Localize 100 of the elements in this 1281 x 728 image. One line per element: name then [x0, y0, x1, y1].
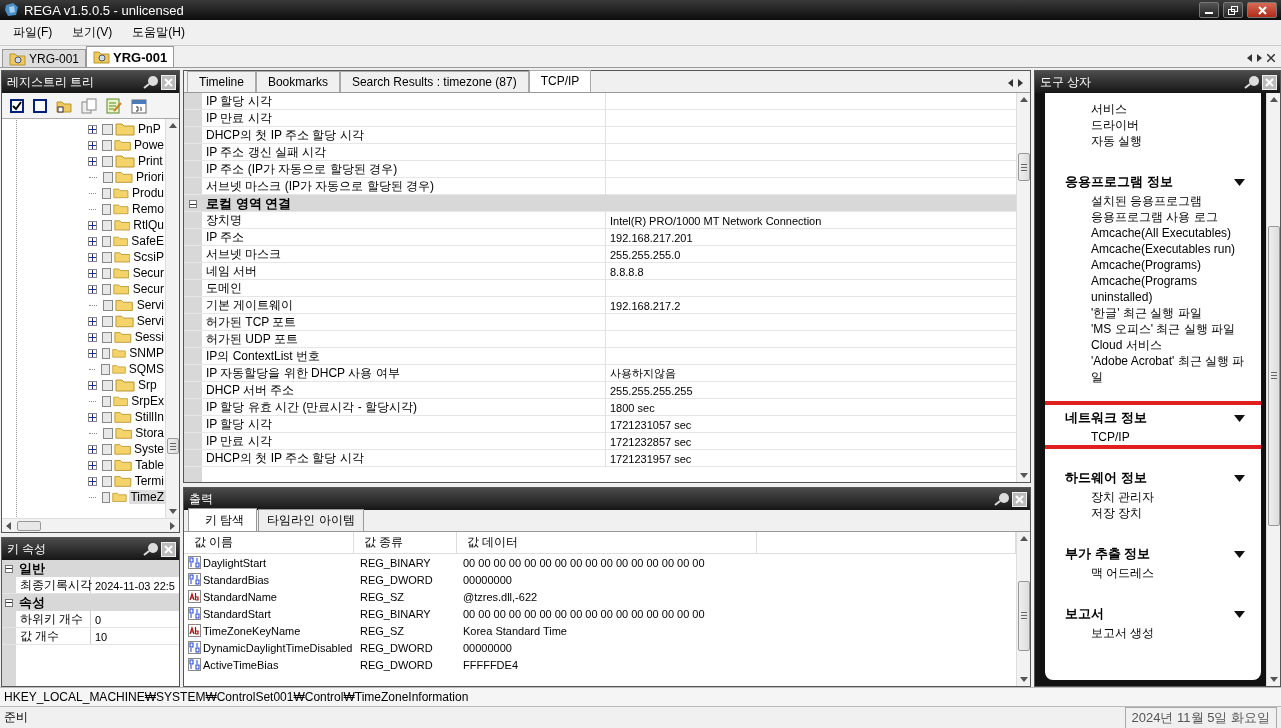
tab[interactable]: Search Results : timezone (87) — [339, 71, 529, 92]
toolbox-item[interactable]: 보고서 생성 — [1091, 625, 1251, 641]
checkbox[interactable] — [102, 251, 112, 263]
minimize-button[interactable] — [1199, 2, 1219, 18]
tab[interactable]: Timeline — [187, 71, 256, 92]
tree-item[interactable]: Remo — [130, 202, 165, 216]
scroll-right-icon[interactable] — [170, 521, 175, 530]
toolbox-item[interactable]: 설치된 응용프로그램 — [1091, 193, 1251, 209]
checkbox[interactable] — [103, 171, 114, 183]
expand-icon[interactable] — [88, 316, 97, 326]
toolbox-item[interactable]: '한글' 최근 실행 파일 — [1091, 305, 1251, 321]
dropdown-arrow-icon[interactable] — [1234, 414, 1245, 422]
expand-icon[interactable] — [88, 284, 97, 294]
expand-icon[interactable] — [88, 444, 97, 454]
toolbox-item[interactable]: 맥 어드레스 — [1091, 565, 1251, 581]
scroll-up-icon[interactable] — [1019, 96, 1028, 102]
column-header[interactable]: 값 이름 — [184, 532, 354, 553]
tree-item[interactable]: ScsiP — [132, 250, 165, 264]
folder-shortcut-icon[interactable] — [56, 98, 72, 113]
tree-item[interactable]: Termi — [133, 474, 165, 488]
tree-item[interactable]: Powe — [132, 138, 165, 152]
toolbox-item[interactable]: 응용프로그램 사용 로그 — [1091, 209, 1251, 225]
expand-icon[interactable] — [88, 348, 97, 358]
tree-item[interactable]: Servi — [135, 314, 165, 328]
checkbox[interactable] — [102, 235, 111, 247]
close-button[interactable] — [1247, 2, 1277, 18]
checkbox[interactable] — [102, 187, 112, 199]
tree-item[interactable]: Print — [137, 154, 164, 168]
expand-icon[interactable] — [88, 252, 97, 262]
dropdown-arrow-icon[interactable] — [1234, 474, 1245, 482]
expand-icon[interactable] — [88, 124, 97, 134]
document-tab[interactable]: YRG-001 — [2, 49, 87, 67]
tab[interactable]: 키 탐색 — [188, 508, 258, 531]
tab[interactable]: Bookmarks — [255, 71, 340, 92]
scroll-left-icon[interactable] — [6, 521, 11, 530]
tab[interactable]: TCP/IP — [528, 70, 592, 92]
toolbox-item[interactable]: Amcache(All Executables) — [1091, 225, 1251, 241]
tree-item[interactable]: StillIn — [133, 410, 165, 424]
checkbox[interactable] — [102, 139, 112, 151]
checkbox[interactable] — [102, 443, 112, 455]
toolbox-item[interactable]: 서비스 — [1091, 101, 1251, 117]
toolbox-item[interactable]: TCP/IP — [1091, 429, 1251, 445]
tree-item[interactable]: SQMS — [127, 362, 165, 376]
checkbox[interactable] — [102, 123, 113, 135]
scroll-down-icon[interactable] — [1019, 677, 1028, 683]
collapse-icon[interactable] — [5, 598, 13, 607]
notepad-icon[interactable] — [106, 97, 122, 114]
dropdown-arrow-icon[interactable] — [1234, 550, 1245, 558]
tree-item[interactable]: Syste — [133, 442, 165, 456]
scroll-down-icon[interactable] — [1269, 677, 1278, 683]
expand-icon[interactable] — [88, 220, 97, 230]
expand-icon[interactable] — [88, 412, 97, 422]
tree-item[interactable]: TimeZ — [129, 490, 165, 504]
horizontal-scrollbar[interactable] — [2, 518, 179, 532]
tab-right-icon[interactable] — [1257, 54, 1263, 62]
menu-item[interactable]: 보기(V) — [63, 24, 122, 41]
scroll-down-icon[interactable] — [1019, 473, 1028, 479]
checkbox[interactable] — [102, 331, 112, 343]
vertical-scrollbar[interactable] — [165, 119, 179, 518]
expand-icon[interactable] — [88, 236, 97, 246]
expand-icon[interactable] — [88, 476, 97, 486]
toolbox-item[interactable]: 장치 관리자 — [1091, 489, 1251, 505]
checkbox[interactable] — [102, 427, 113, 439]
checkbox[interactable] — [102, 347, 111, 359]
check-all-icon[interactable] — [10, 98, 24, 113]
document-tab[interactable]: YRG-001 — [86, 46, 175, 67]
toolbox-item[interactable]: Amcache(Programs) — [1091, 257, 1251, 273]
dropdown-arrow-icon[interactable] — [1234, 610, 1245, 618]
scroll-up-icon[interactable] — [168, 122, 177, 128]
toolbox-item[interactable]: 'Adobe Acrobat' 최근 실행 파일 — [1091, 353, 1251, 385]
tab-left-icon[interactable] — [1008, 79, 1014, 87]
vertical-scrollbar[interactable] — [1266, 93, 1280, 686]
tree-item[interactable]: Sessi — [133, 330, 165, 344]
tab-right-icon[interactable] — [1018, 79, 1024, 87]
tree-item[interactable]: Produ — [130, 186, 165, 200]
tree-item[interactable]: Secur — [131, 282, 165, 296]
checkbox[interactable] — [101, 363, 110, 375]
tree-item[interactable]: RtlQu — [132, 218, 165, 232]
scroll-up-icon[interactable] — [1269, 96, 1278, 102]
column-header[interactable]: 값 종류 — [354, 532, 457, 553]
scroll-down-icon[interactable] — [168, 509, 177, 515]
expand-icon[interactable] — [88, 140, 97, 150]
toolbox-item[interactable]: Amcache(Executables run) — [1091, 241, 1251, 257]
toolbox-item[interactable]: 저장 장치 — [1091, 505, 1251, 521]
restore-button[interactable] — [1223, 2, 1243, 18]
checkbox[interactable] — [102, 267, 112, 279]
expand-icon[interactable] — [88, 460, 97, 470]
toolbox-item[interactable]: Cloud 서비스 — [1091, 337, 1251, 353]
checkbox[interactable] — [102, 155, 113, 167]
expand-icon[interactable] — [88, 332, 97, 342]
tree-item[interactable]: PnP — [137, 122, 162, 136]
checkbox[interactable] — [102, 459, 113, 471]
calendar-icon[interactable] — [131, 97, 147, 114]
checkbox[interactable] — [101, 491, 111, 503]
tree-item[interactable]: Table — [134, 458, 165, 472]
tree-item[interactable]: Servi — [135, 298, 165, 312]
checkbox[interactable] — [102, 315, 113, 327]
tab[interactable]: 타임라인 아이템 — [258, 509, 364, 531]
scrollbar-thumb[interactable] — [17, 520, 41, 531]
close-icon[interactable] — [1267, 54, 1275, 62]
